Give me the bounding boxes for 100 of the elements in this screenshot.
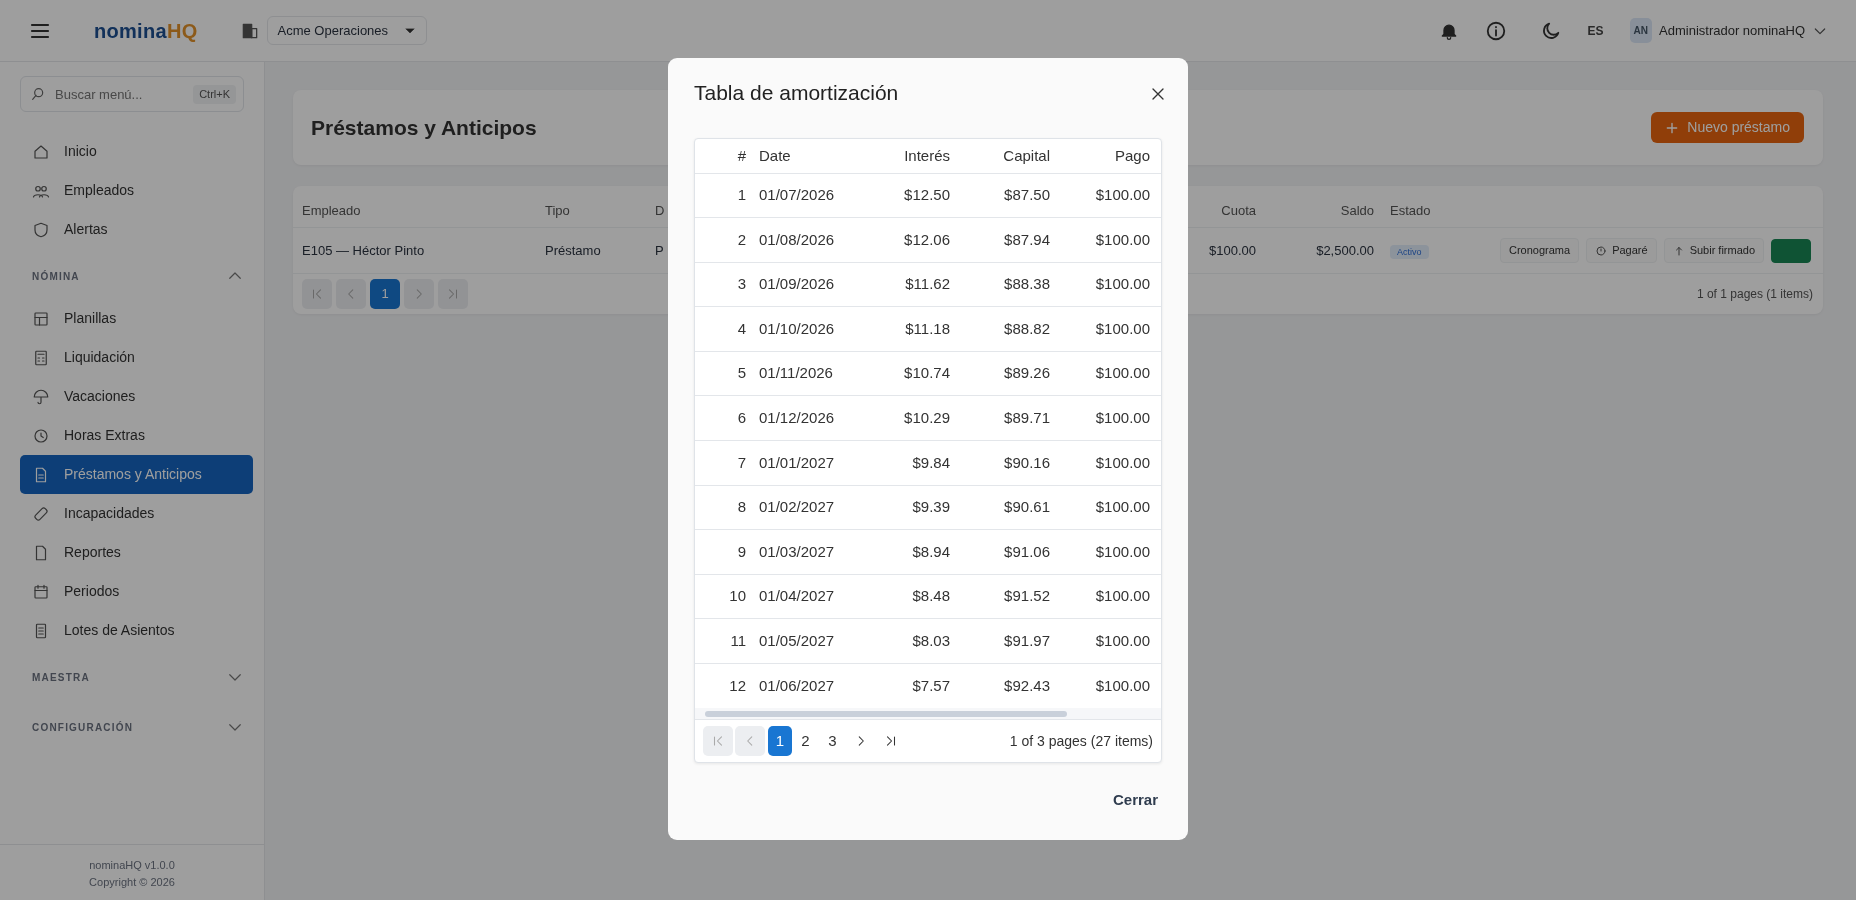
avatar: AN	[1629, 18, 1653, 43]
table-cell: $89.71	[1004, 409, 1050, 426]
page-title: Préstamos y Anticipos	[311, 114, 537, 141]
status-badge: Activo	[1390, 244, 1429, 259]
previous-page-button[interactable]	[336, 279, 366, 309]
table-cell: $100.00	[1095, 409, 1150, 426]
table-cell: $12.50	[904, 186, 950, 204]
table-cell: $90.16	[1004, 453, 1050, 471]
sidebar-item[interactable]: Planillas	[20, 299, 253, 338]
user-menu[interactable]: AN Administrador nominaHQ	[1629, 18, 1828, 43]
row-number: 2	[737, 230, 746, 248]
bandage-icon	[32, 504, 50, 523]
table-cell: $11.62	[905, 275, 950, 293]
page-button[interactable]: 3	[819, 726, 846, 757]
table-cell: $91.52	[1004, 587, 1050, 605]
info-button[interactable]	[1484, 19, 1507, 42]
sidebar-section[interactable]: MAESTRA	[32, 660, 244, 694]
clock-icon	[32, 426, 50, 445]
table-cell: P	[655, 242, 664, 258]
column-header: D	[655, 202, 665, 218]
column-header: Cuota	[1221, 202, 1256, 218]
table-cell: $100.00	[1095, 186, 1150, 204]
sidebar-item[interactable]: Lotes de Asientos	[20, 611, 253, 650]
sidebar-item[interactable]: Liquidación	[20, 338, 253, 377]
column-header: Capital	[1003, 146, 1050, 164]
table-cell: $88.82	[1004, 319, 1050, 337]
sidebar-item[interactable]: Horas Extras	[20, 416, 253, 455]
pager-summary: 1 of 1 pages (1 items)	[1696, 286, 1813, 303]
row-number: 10	[729, 587, 746, 605]
language-button[interactable]: ES	[1587, 21, 1604, 40]
table-cell: $100.00	[1095, 676, 1150, 694]
table-cell: $92.43	[1004, 676, 1050, 694]
shortcut-hint: Ctrl+K	[193, 85, 236, 104]
logo: nominaHQ	[94, 18, 198, 44]
sidebar-item[interactable]: Inicio	[20, 132, 253, 171]
sidebar-item[interactable]: Alertas	[20, 210, 253, 249]
sidebar-section[interactable]: NÓMINA	[32, 259, 244, 293]
page-button[interactable]: 2	[792, 726, 819, 757]
row-number: 12	[729, 676, 746, 694]
last-page-icon	[884, 734, 898, 749]
table-cell: 01/12/2026	[759, 409, 835, 426]
table-cell: $100.00	[1095, 453, 1150, 471]
table-cell: $100.00	[1095, 364, 1150, 382]
table-cell: 01/10/2026	[759, 319, 835, 337]
table-cell: $89.26	[1004, 364, 1050, 382]
table-cell: $100.00	[1095, 587, 1150, 605]
column-header: Pago	[1114, 146, 1150, 164]
company-select[interactable]: Acme Operaciones	[266, 15, 428, 46]
table-cell: Préstamo	[545, 242, 601, 258]
table-cell: $90.61	[1004, 498, 1050, 516]
clock-icon	[1595, 244, 1608, 257]
close-button[interactable]: Cerrar	[1102, 785, 1168, 816]
row-number: 9	[737, 542, 746, 560]
sidebar-section[interactable]: CONFIGURACIÓN	[32, 710, 244, 744]
page-button[interactable]: 1	[370, 279, 400, 309]
table-cell: $8.94	[912, 542, 950, 560]
table-cell: $100.00	[1095, 230, 1150, 248]
shield-icon	[32, 220, 50, 239]
sidebar-item[interactable]: Periodos	[20, 572, 253, 611]
calendar-icon	[32, 582, 50, 601]
promissory-note-button[interactable]: Pagaré	[1586, 238, 1657, 263]
sidebar-item[interactable]: Vacaciones	[20, 377, 253, 416]
row-number: 3	[737, 275, 746, 293]
column-header: #	[737, 146, 746, 164]
modal-title: Tabla de amortización	[694, 80, 899, 106]
row-number: 7	[737, 453, 746, 471]
action-button[interactable]	[1771, 238, 1812, 263]
column-header: Estado	[1390, 202, 1431, 218]
table-cell: $87.50	[1004, 186, 1050, 204]
table-cell: $87.94	[1004, 230, 1050, 248]
table-cell: 01/04/2027	[759, 587, 835, 605]
first-page-icon	[310, 287, 324, 301]
table-cell: $12.06	[904, 230, 950, 248]
schedule-button[interactable]: Cronograma	[1500, 238, 1580, 263]
sidebar-item[interactable]: Préstamos y Anticipos	[20, 455, 253, 494]
table-cell: 01/07/2026	[759, 186, 835, 204]
row-number: 8	[737, 498, 746, 516]
sidebar-item[interactable]: Empleados	[20, 171, 253, 210]
last-page-button[interactable]	[438, 279, 468, 309]
scrollbar[interactable]	[695, 708, 1161, 721]
table-cell: $88.38	[1004, 275, 1050, 293]
user-name: Administrador nominaHQ	[1659, 21, 1805, 40]
next-page-button[interactable]	[404, 279, 434, 309]
pager-summary: 1 of 3 pages (27 items)	[1009, 731, 1153, 751]
table-cell: $100.00	[1095, 275, 1150, 293]
first-page-button[interactable]	[302, 279, 332, 309]
table-cell: 01/06/2027	[759, 676, 835, 694]
table-cell: 01/09/2026	[759, 275, 835, 293]
page-button[interactable]: 1	[768, 726, 792, 757]
row-number: 5	[737, 364, 746, 382]
column-header: Tipo	[545, 202, 570, 218]
table-cell: $2,500.00	[1316, 242, 1374, 258]
table-cell: $10.29	[904, 409, 950, 426]
table-cell: $8.03	[912, 632, 950, 649]
table-cell: 01/08/2026	[759, 230, 835, 248]
table-cell: 01/01/2027	[759, 453, 835, 471]
sidebar-item[interactable]: Incapacidades	[20, 494, 253, 533]
table-cell: $100.00	[1095, 542, 1150, 560]
upload-button[interactable]: Subir firmado	[1663, 238, 1765, 263]
sidebar-item[interactable]: Reportes	[20, 533, 253, 572]
